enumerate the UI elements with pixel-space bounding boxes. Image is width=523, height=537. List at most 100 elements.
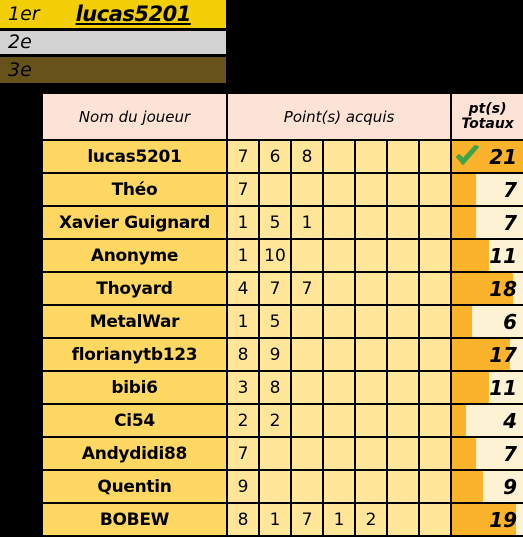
point-cell: 7 (258, 271, 292, 306)
point-cell (386, 403, 420, 438)
point-cell (354, 469, 388, 504)
point-cell (417, 139, 453, 174)
point-cell (322, 337, 356, 372)
table-row: Thoyard 4 7 7 18 (41, 271, 523, 306)
point-cell (290, 436, 324, 471)
podium-rank-label-1: 1er (8, 2, 40, 25)
point-cell: 8 (226, 502, 260, 537)
point-cell (290, 172, 324, 207)
point-cell (417, 502, 453, 537)
point-cell: 1 (226, 205, 260, 240)
point-cell (290, 403, 324, 438)
total-points-cell: 7 (450, 172, 523, 207)
total-value-wrap: 19 (453, 510, 522, 530)
player-name-cell: Ci54 (41, 403, 228, 438)
total-value-wrap: 7 (453, 441, 522, 466)
point-cell (290, 304, 324, 339)
table-row: BOBEW 8 1 7 1 2 19 (41, 502, 523, 537)
total-value-wrap: 17 (453, 345, 522, 365)
total-points-cell: 18 (450, 271, 523, 306)
point-cell (322, 469, 356, 504)
player-name-cell: Théo (41, 172, 228, 207)
point-cell: 8 (258, 370, 292, 405)
total-value: 7 (503, 177, 518, 202)
total-points-cell: 9 (450, 469, 523, 504)
point-cell: 7 (226, 436, 260, 471)
total-value-wrap: 7 (453, 177, 522, 202)
total-points-cell: 21 (450, 139, 523, 174)
table-row: MetalWar 1 5 6 (41, 304, 523, 339)
podium-winner-name: lucas5201 (75, 2, 192, 26)
point-cell (386, 469, 420, 504)
point-cell: 2 (354, 502, 388, 537)
player-name-cell: lucas5201 (41, 139, 228, 174)
point-cell (322, 205, 356, 240)
table-row: Ci54 2 2 4 (41, 403, 523, 438)
point-cell (386, 304, 420, 339)
podium-row-first: 1er lucas5201 (0, 0, 226, 31)
point-cell (386, 502, 420, 537)
point-cell: 8 (290, 139, 324, 174)
point-cell (290, 469, 324, 504)
point-cell (417, 271, 453, 306)
podium-ranking: 1er lucas5201 2e 3e (0, 0, 226, 86)
point-cell (354, 271, 388, 306)
total-value: 7 (503, 441, 518, 466)
total-value: 7 (503, 210, 518, 235)
point-cell: 9 (226, 469, 260, 504)
point-cell (386, 271, 420, 306)
table-row: Xavier Guignard 1 5 1 7 (41, 205, 523, 240)
point-cell: 5 (258, 205, 292, 240)
point-cell (417, 337, 453, 372)
table-row: Quentin 9 9 (41, 469, 523, 504)
point-cell (354, 205, 388, 240)
player-name-cell: Quentin (41, 469, 228, 504)
point-cell (417, 370, 453, 405)
point-cell (417, 172, 453, 207)
podium-rank-label-3: 3e (8, 58, 32, 81)
point-cell (417, 469, 453, 504)
point-cell (322, 271, 356, 306)
point-cell (354, 238, 388, 273)
point-cell: 7 (226, 172, 260, 207)
point-cell: 9 (258, 337, 292, 372)
point-cell (386, 238, 420, 273)
point-cell: 1 (290, 205, 324, 240)
column-header-total-points: pt(s) Totaux (450, 92, 523, 141)
scoreboard-table: Nom du joueur Point(s) acquis pt(s) Tota… (41, 92, 523, 537)
point-cell (386, 436, 420, 471)
total-points-cell: 11 (450, 238, 523, 273)
point-cell: 2 (258, 403, 292, 438)
total-points-cell: 11 (450, 370, 523, 405)
point-cell (354, 436, 388, 471)
point-cell (417, 403, 453, 438)
point-cell (322, 436, 356, 471)
total-value: 11 (489, 243, 518, 268)
point-cell: 5 (258, 304, 292, 339)
total-value-wrap: 9 (453, 477, 522, 497)
player-name-cell: Thoyard (41, 271, 228, 306)
point-cell (354, 370, 388, 405)
point-cell (354, 172, 388, 207)
point-cell (290, 370, 324, 405)
total-header-line1: pt(s) (468, 100, 507, 117)
point-cell: 4 (226, 271, 260, 306)
point-cell: 1 (226, 304, 260, 339)
column-header-points-acquired: Point(s) acquis (225, 92, 453, 141)
point-cell (322, 304, 356, 339)
total-points-cell: 4 (450, 403, 523, 438)
point-cell (322, 172, 356, 207)
player-name-cell: Anonyme (41, 238, 228, 273)
total-value: 6 (503, 309, 518, 334)
total-value: 4 (503, 408, 518, 433)
point-cell (354, 337, 388, 372)
total-points-cell: 19 (450, 502, 523, 537)
point-cell: 1 (322, 502, 356, 537)
point-cell (417, 238, 453, 273)
point-cell (386, 205, 420, 240)
point-cell (258, 469, 292, 504)
table-row: Théo 7 7 (41, 172, 523, 207)
point-cell: 7 (290, 271, 324, 306)
point-cell (386, 337, 420, 372)
point-cell: 8 (226, 337, 260, 372)
